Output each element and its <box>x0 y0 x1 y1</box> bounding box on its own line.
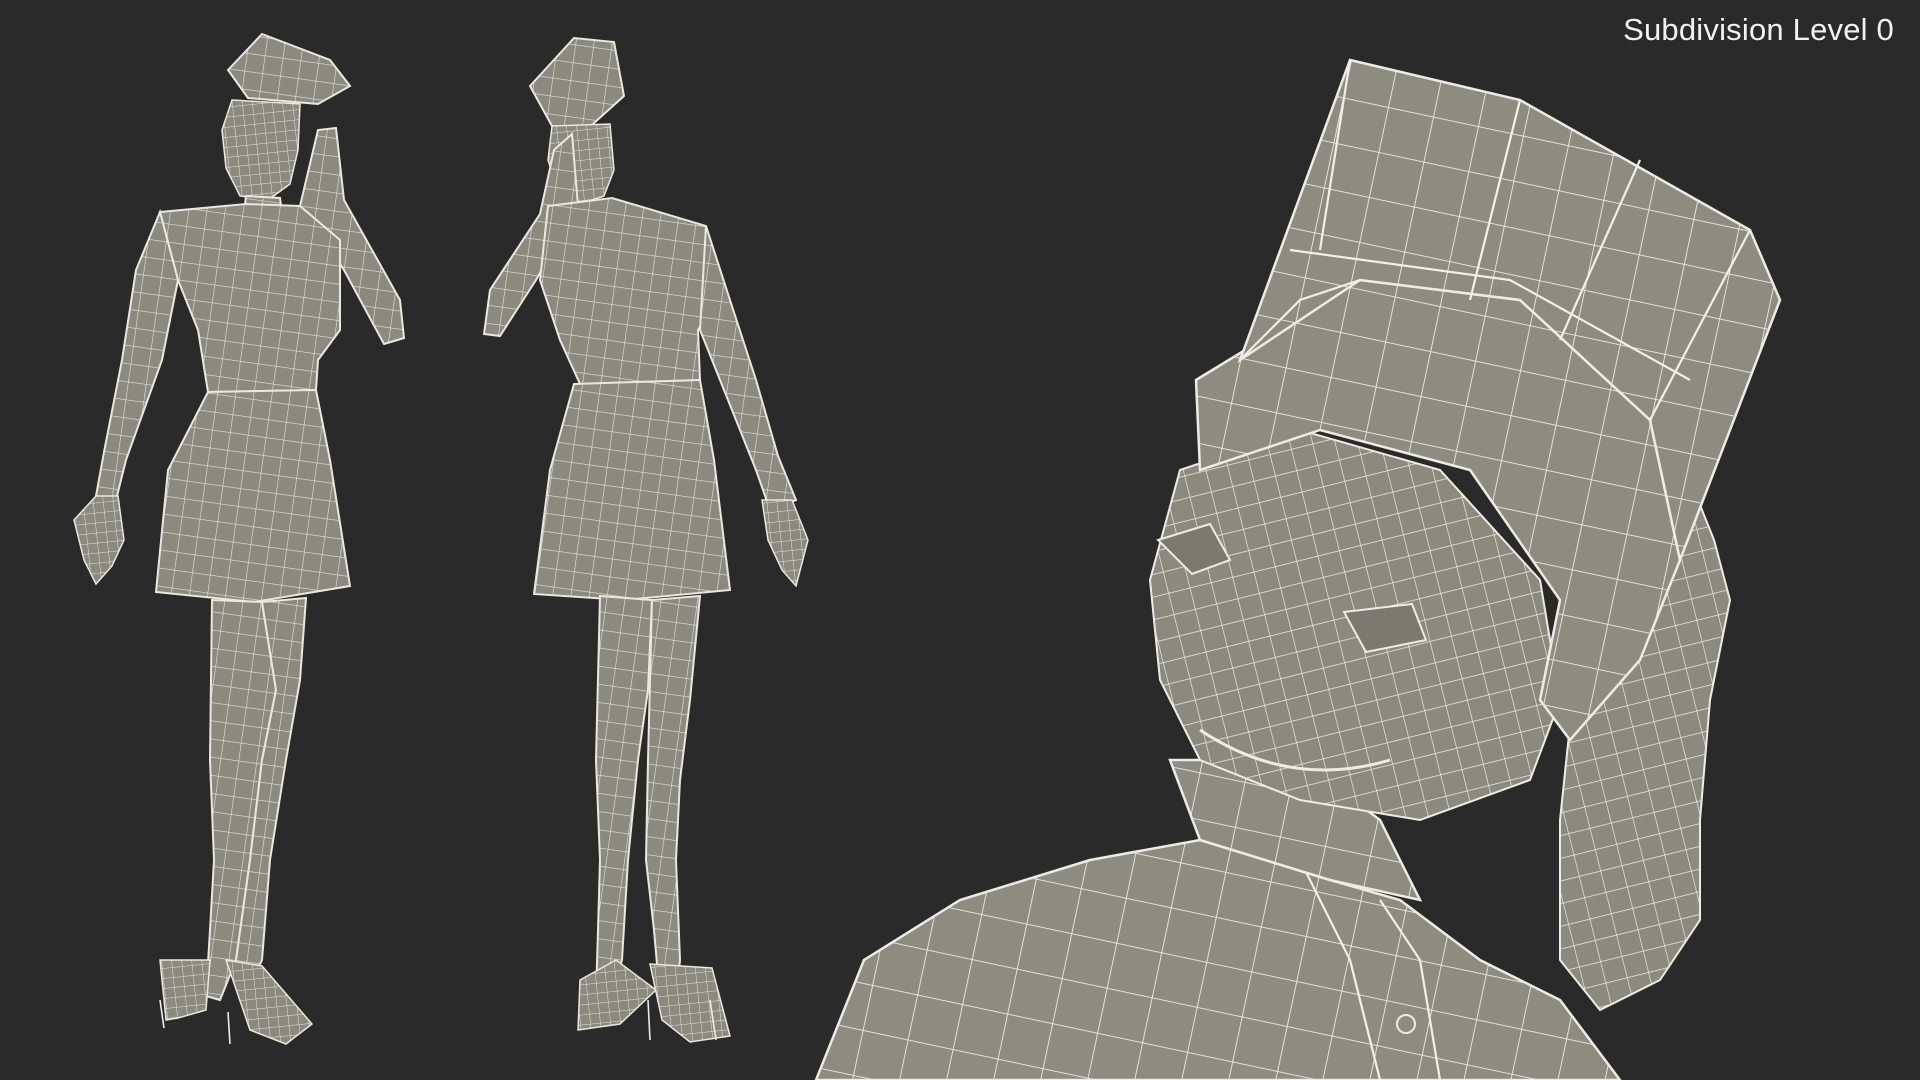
front-view-figure <box>73 32 406 1045</box>
render-viewport: Subdivision Level 0 <box>0 0 1920 1080</box>
back-view-figure <box>482 36 809 1043</box>
wireframe-renders <box>73 32 1782 1080</box>
head-closeup <box>814 58 1782 1080</box>
subdivision-level-label: Subdivision Level 0 <box>1623 12 1894 47</box>
